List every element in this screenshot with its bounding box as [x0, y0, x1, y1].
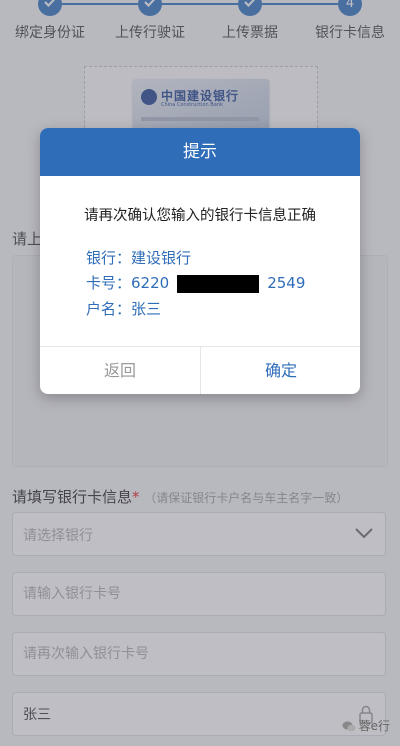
card-line: 卡号：6220 2549 [86, 272, 305, 293]
card-prefix: 卡号：6220 [86, 274, 170, 292]
bank-line: 银行：建设银行 [86, 249, 192, 267]
card-suffix: 2549 [267, 274, 306, 292]
redaction-bar [177, 274, 260, 293]
wechat-icon [342, 721, 356, 732]
confirm-dialog: 提示 请再次确认您输入的银行卡信息正确 银行：建设银行 卡号：6220 2549 … [40, 128, 360, 394]
name-line: 户名：张三 [86, 300, 162, 318]
confirm-button[interactable]: 确定 [201, 347, 360, 394]
back-button[interactable]: 返回 [40, 347, 200, 394]
watermark-text: 蓉e行 [358, 719, 390, 733]
watermark: 蓉e行 [342, 717, 390, 734]
dialog-message: 请再次确认您输入的银行卡信息正确 [84, 208, 316, 224]
dialog-title: 提示 [40, 128, 360, 176]
